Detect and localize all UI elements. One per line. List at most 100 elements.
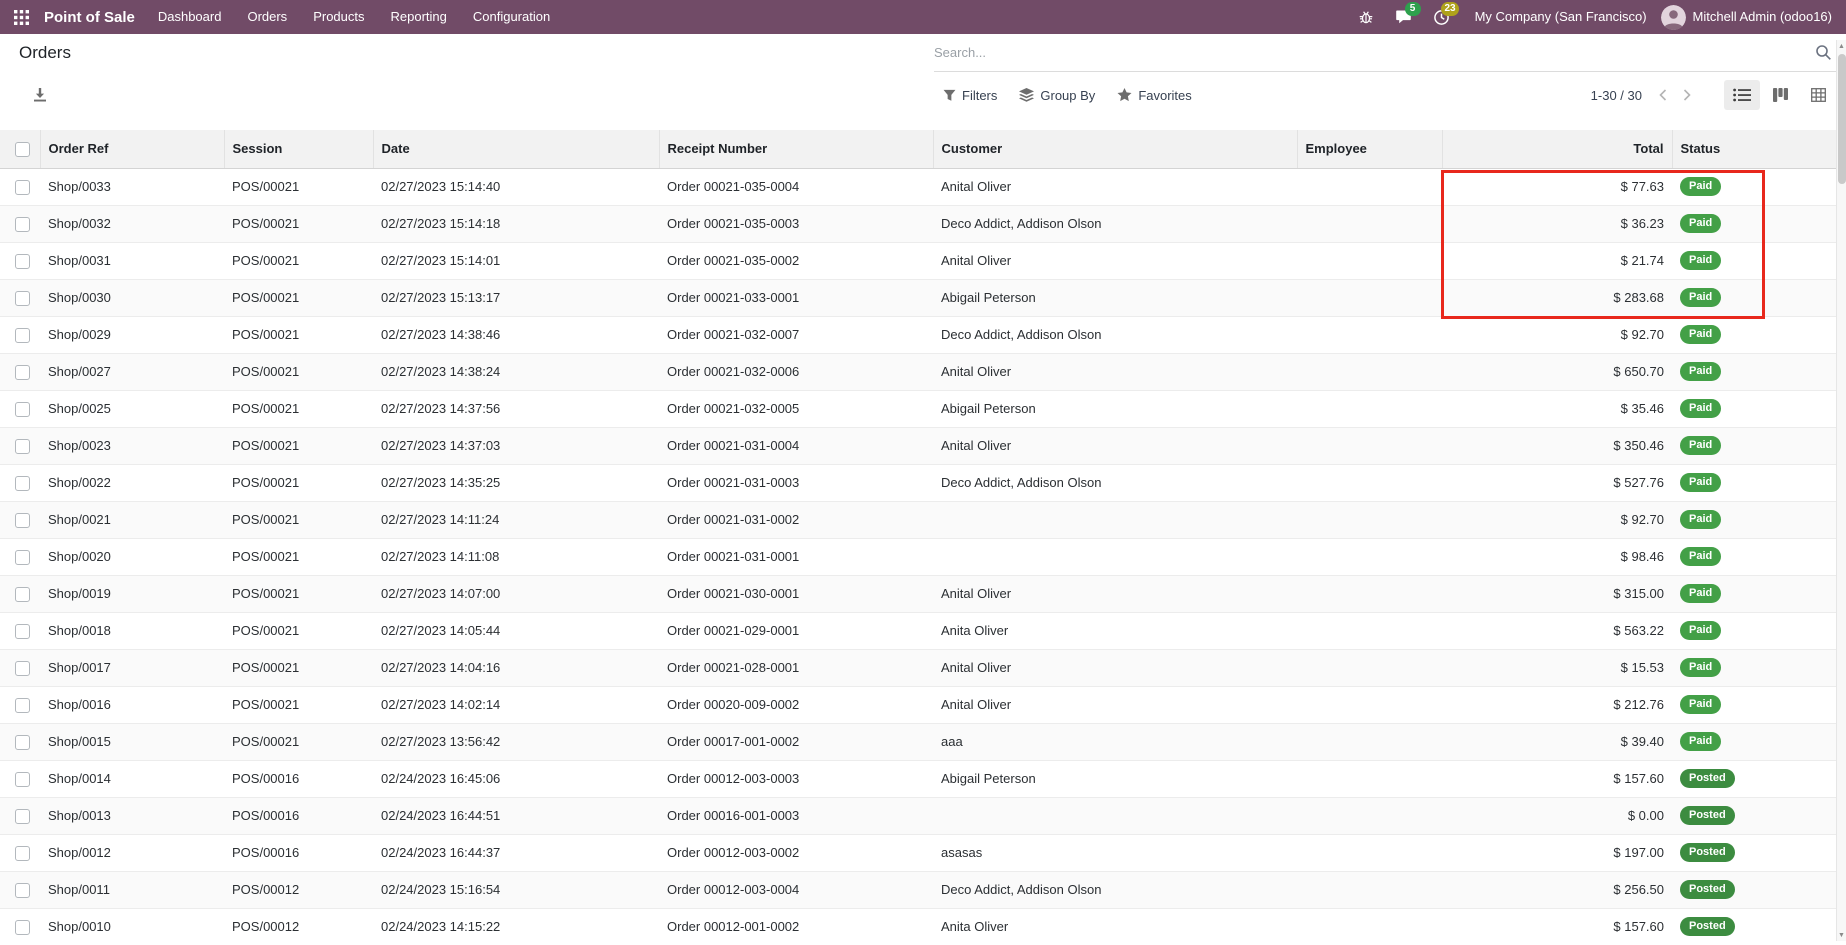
- user-avatar[interactable]: [1661, 5, 1686, 30]
- cell-date[interactable]: 02/27/2023 14:37:56: [373, 390, 659, 427]
- cell-customer[interactable]: Anital Oliver: [933, 686, 1297, 723]
- cell-total[interactable]: $ 98.46: [1442, 538, 1672, 575]
- column-header-employee[interactable]: Employee: [1297, 130, 1442, 168]
- cell-date[interactable]: 02/24/2023 16:44:37: [373, 834, 659, 871]
- cell-total[interactable]: $ 283.68: [1442, 279, 1672, 316]
- cell-employee[interactable]: [1297, 205, 1442, 242]
- cell-order-ref[interactable]: Shop/0025: [40, 390, 224, 427]
- cell-receipt-number[interactable]: Order 00012-003-0004: [659, 871, 933, 908]
- cell-customer[interactable]: Anita Oliver: [933, 612, 1297, 649]
- cell-customer[interactable]: Abigail Peterson: [933, 390, 1297, 427]
- search-input[interactable]: [934, 34, 1815, 71]
- cell-date[interactable]: 02/27/2023 14:07:00: [373, 575, 659, 612]
- row-checkbox[interactable]: [15, 513, 30, 528]
- row-checkbox[interactable]: [15, 254, 30, 269]
- cell-total[interactable]: $ 92.70: [1442, 501, 1672, 538]
- cell-total[interactable]: $ 350.46: [1442, 427, 1672, 464]
- cell-status[interactable]: Paid: [1672, 353, 1836, 390]
- group-by-button[interactable]: Group By: [1010, 83, 1104, 108]
- app-name[interactable]: Point of Sale: [44, 9, 135, 26]
- cell-order-ref[interactable]: Shop/0031: [40, 242, 224, 279]
- cell-order-ref[interactable]: Shop/0022: [40, 464, 224, 501]
- cell-session[interactable]: POS/00016: [224, 797, 373, 834]
- cell-total[interactable]: $ 212.76: [1442, 686, 1672, 723]
- cell-total[interactable]: $ 256.50: [1442, 871, 1672, 908]
- cell-date[interactable]: 02/24/2023 16:44:51: [373, 797, 659, 834]
- cell-employee[interactable]: [1297, 427, 1442, 464]
- cell-session[interactable]: POS/00021: [224, 575, 373, 612]
- scroll-up-icon[interactable]: ▲: [1837, 40, 1846, 52]
- list-view-button[interactable]: [1724, 80, 1760, 110]
- cell-session[interactable]: POS/00021: [224, 538, 373, 575]
- cell-session[interactable]: POS/00012: [224, 871, 373, 908]
- row-checkbox[interactable]: [15, 587, 30, 602]
- table-row[interactable]: Shop/0015 POS/00021 02/27/2023 13:56:42 …: [0, 723, 1836, 760]
- cell-session[interactable]: POS/00021: [224, 501, 373, 538]
- cell-receipt-number[interactable]: Order 00021-035-0004: [659, 168, 933, 205]
- row-checkbox[interactable]: [15, 661, 30, 676]
- cell-session[interactable]: POS/00021: [224, 242, 373, 279]
- favorites-button[interactable]: Favorites: [1108, 83, 1200, 108]
- filters-button[interactable]: Filters: [934, 83, 1006, 108]
- cell-customer[interactable]: Abigail Peterson: [933, 279, 1297, 316]
- cell-employee[interactable]: [1297, 316, 1442, 353]
- cell-date[interactable]: 02/27/2023 14:11:24: [373, 501, 659, 538]
- cell-receipt-number[interactable]: Order 00012-001-0002: [659, 908, 933, 945]
- cell-status[interactable]: Posted: [1672, 871, 1836, 908]
- select-all-checkbox[interactable]: [15, 142, 30, 157]
- table-row[interactable]: Shop/0025 POS/00021 02/27/2023 14:37:56 …: [0, 390, 1836, 427]
- cell-date[interactable]: 02/27/2023 14:37:03: [373, 427, 659, 464]
- cell-total[interactable]: $ 21.74: [1442, 242, 1672, 279]
- row-checkbox[interactable]: [15, 291, 30, 306]
- cell-employee[interactable]: [1297, 760, 1442, 797]
- cell-receipt-number[interactable]: Order 00021-029-0001: [659, 612, 933, 649]
- cell-status[interactable]: Paid: [1672, 242, 1836, 279]
- cell-order-ref[interactable]: Shop/0030: [40, 279, 224, 316]
- cell-date[interactable]: 02/27/2023 14:38:24: [373, 353, 659, 390]
- row-checkbox[interactable]: [15, 476, 30, 491]
- cell-employee[interactable]: [1297, 612, 1442, 649]
- cell-status[interactable]: Paid: [1672, 464, 1836, 501]
- row-checkbox[interactable]: [15, 328, 30, 343]
- table-row[interactable]: Shop/0032 POS/00021 02/27/2023 15:14:18 …: [0, 205, 1836, 242]
- cell-total[interactable]: $ 157.60: [1442, 760, 1672, 797]
- cell-status[interactable]: Paid: [1672, 205, 1836, 242]
- export-button[interactable]: [23, 80, 57, 110]
- cell-order-ref[interactable]: Shop/0011: [40, 871, 224, 908]
- cell-total[interactable]: $ 0.00: [1442, 797, 1672, 834]
- cell-receipt-number[interactable]: Order 00021-032-0007: [659, 316, 933, 353]
- cell-order-ref[interactable]: Shop/0020: [40, 538, 224, 575]
- cell-customer[interactable]: asasas: [933, 834, 1297, 871]
- cell-order-ref[interactable]: Shop/0027: [40, 353, 224, 390]
- search-icon[interactable]: [1815, 44, 1832, 61]
- cell-customer[interactable]: Deco Addict, Addison Olson: [933, 871, 1297, 908]
- cell-status[interactable]: Paid: [1672, 279, 1836, 316]
- cell-receipt-number[interactable]: Order 00021-032-0005: [659, 390, 933, 427]
- pager-previous-button[interactable]: [1652, 83, 1674, 107]
- cell-receipt-number[interactable]: Order 00021-033-0001: [659, 279, 933, 316]
- cell-order-ref[interactable]: Shop/0032: [40, 205, 224, 242]
- cell-session[interactable]: POS/00021: [224, 353, 373, 390]
- cell-receipt-number[interactable]: Order 00012-003-0003: [659, 760, 933, 797]
- cell-session[interactable]: POS/00016: [224, 760, 373, 797]
- table-row[interactable]: Shop/0030 POS/00021 02/27/2023 15:13:17 …: [0, 279, 1836, 316]
- cell-customer[interactable]: [933, 501, 1297, 538]
- cell-total[interactable]: $ 92.70: [1442, 316, 1672, 353]
- cell-date[interactable]: 02/24/2023 15:16:54: [373, 871, 659, 908]
- cell-employee[interactable]: [1297, 686, 1442, 723]
- cell-date[interactable]: 02/27/2023 14:05:44: [373, 612, 659, 649]
- cell-status[interactable]: Posted: [1672, 760, 1836, 797]
- cell-total[interactable]: $ 315.00: [1442, 575, 1672, 612]
- cell-employee[interactable]: [1297, 538, 1442, 575]
- cell-employee[interactable]: [1297, 353, 1442, 390]
- column-header-date[interactable]: Date: [373, 130, 659, 168]
- cell-order-ref[interactable]: Shop/0023: [40, 427, 224, 464]
- cell-order-ref[interactable]: Shop/0021: [40, 501, 224, 538]
- row-checkbox[interactable]: [15, 180, 30, 195]
- pager-next-button[interactable]: [1676, 83, 1698, 107]
- row-checkbox[interactable]: [15, 439, 30, 454]
- cell-total[interactable]: $ 36.23: [1442, 205, 1672, 242]
- cell-employee[interactable]: [1297, 834, 1442, 871]
- activities-clock-icon[interactable]: 23: [1423, 0, 1461, 34]
- cell-customer[interactable]: Anital Oliver: [933, 575, 1297, 612]
